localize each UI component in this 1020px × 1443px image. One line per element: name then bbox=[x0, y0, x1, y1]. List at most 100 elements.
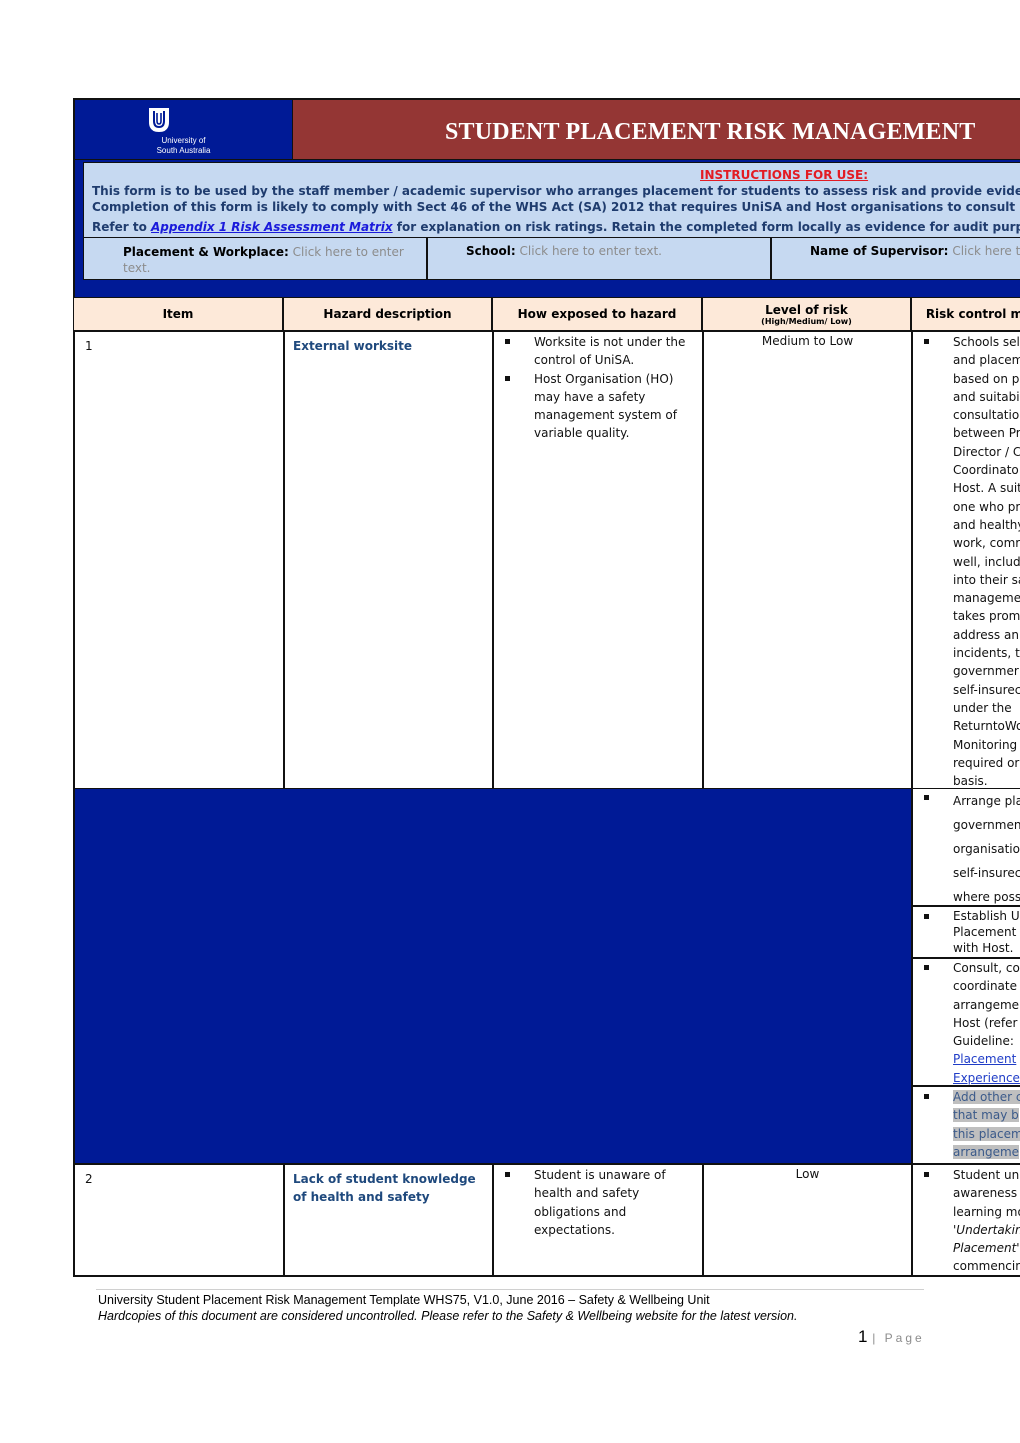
control-text-line: arrangeme bbox=[953, 997, 1020, 1012]
control-text-line: coordinate bbox=[953, 979, 1018, 994]
control-text-line: consultatio bbox=[953, 408, 1020, 423]
instructions-line-2: Completion of this form is likely to com… bbox=[92, 200, 1016, 214]
control-text-line: required or bbox=[953, 755, 1020, 770]
item-number: 2 bbox=[75, 1165, 285, 1275]
school-label: School: bbox=[466, 244, 516, 258]
supervisor-label: Name of Supervisor: bbox=[810, 244, 949, 258]
control-text-line: governmen bbox=[953, 818, 1020, 832]
control-text-line: and healthy bbox=[953, 517, 1020, 532]
control-item: Schools sel and placem based on p and suita… bbox=[913, 333, 1020, 788]
control-text-line: awareness bbox=[953, 1186, 1018, 1201]
control-text-line: and placem bbox=[953, 353, 1020, 368]
risk-level: Medium to Low bbox=[704, 332, 913, 788]
exposure-item: Worksite is not under the control of Uni… bbox=[494, 333, 694, 370]
control-text-line: learning mo bbox=[953, 1204, 1020, 1219]
control-text-line: Establish U bbox=[953, 909, 1020, 923]
control-text-line: Host (refer bbox=[953, 1015, 1018, 1030]
page-number-value: 1 bbox=[858, 1327, 868, 1346]
control-item: Arrange pla governmen organisatio self-insu… bbox=[913, 789, 1020, 905]
logo-line-1: University of bbox=[161, 136, 206, 145]
merged-cell-block bbox=[73, 789, 913, 1164]
control-text-line: one who pr bbox=[953, 499, 1020, 514]
exposure-item: Host Organisation (HO) may have a safety… bbox=[494, 370, 694, 443]
table-row: 2 Lack of student knowledge of health an… bbox=[73, 1163, 1020, 1277]
control-text-line: this placem bbox=[953, 1126, 1020, 1141]
header-exposure: How exposed to hazard bbox=[493, 298, 703, 330]
control-text-line: where poss bbox=[953, 890, 1020, 904]
header-control-label: Risk control measures bbox=[925, 307, 1020, 321]
header-item: Item bbox=[74, 298, 284, 330]
control-text-line: Placement' bbox=[953, 1241, 1020, 1256]
control-text-line: Arrange pla bbox=[953, 794, 1020, 808]
form-fields-row: Placement & Workplace: Click here to ent… bbox=[83, 237, 1020, 280]
instructions-line-3-suffix: for explanation on risk ratings. Retain … bbox=[392, 220, 1020, 234]
exposure-cell: Worksite is not under the control of Uni… bbox=[494, 332, 704, 788]
control-text-line: 'Undertakin bbox=[953, 1222, 1020, 1237]
logo-cell: University of South Australia bbox=[73, 98, 293, 161]
control-text-line: Director / C bbox=[953, 444, 1020, 459]
control-item: Consult, co coordinate arrangeme Host (refe… bbox=[913, 959, 1020, 1085]
control-text-line: well, includ bbox=[953, 554, 1020, 569]
control-text-line: arrangeme bbox=[953, 1144, 1020, 1159]
control-text-line: incidents, t bbox=[953, 646, 1020, 661]
instructions-heading: INSTRUCTIONS FOR USE: bbox=[700, 168, 869, 182]
control-text-line: manageme bbox=[953, 591, 1020, 606]
instructions-box: INSTRUCTIONS FOR USE: This form is to be… bbox=[83, 162, 1020, 238]
table-row: 1 External worksite Worksite is not unde… bbox=[73, 332, 1020, 790]
instructions-line-3-prefix: Refer to bbox=[92, 220, 151, 234]
title-cell: STUDENT PLACEMENT RISK MANAGEMENT bbox=[292, 98, 1020, 161]
page-title: STUDENT PLACEMENT RISK MANAGEMENT bbox=[445, 119, 976, 145]
safe-placement-guideline-link[interactable]: Placement Experience bbox=[953, 1052, 1020, 1084]
placement-workplace-field[interactable]: Placement & Workplace: Click here to ent… bbox=[84, 238, 428, 279]
unisa-logo-icon bbox=[149, 108, 169, 132]
control-text-line: self-insurec bbox=[953, 866, 1020, 880]
control-text-line: Add other c bbox=[953, 1090, 1020, 1104]
footer-document-info: University Student Placement Risk Manage… bbox=[98, 1293, 710, 1307]
hazard-description: Lack of student knowledge of health and … bbox=[285, 1165, 494, 1275]
control-text-line: Monitoring bbox=[953, 737, 1018, 752]
hazard-description: External worksite bbox=[285, 332, 494, 788]
logo-line-2: South Australia bbox=[156, 146, 211, 155]
header-hazard: Hazard description bbox=[284, 298, 493, 330]
control-text-line: between Pr bbox=[953, 426, 1020, 441]
risk-level: Low bbox=[704, 1165, 913, 1275]
control-text-line: and suitabi bbox=[953, 389, 1020, 404]
instructions-line-3: Refer to Appendix 1 Risk Assessment Matr… bbox=[92, 220, 1020, 234]
control-text-line: basis. bbox=[953, 774, 988, 788]
control-text-line: address an bbox=[953, 627, 1019, 642]
control-text-line: that may b bbox=[953, 1108, 1019, 1123]
exposure-item: Student is unaware of health and safety … bbox=[494, 1166, 692, 1239]
control-item[interactable]: Add other c that may b this placem arrangem… bbox=[913, 1088, 1020, 1161]
school-input[interactable]: Click here to enter text. bbox=[520, 244, 662, 258]
supervisor-field[interactable]: Name of Supervisor: Click here to enter … bbox=[772, 238, 1020, 279]
control-text-line: Coordinato bbox=[953, 463, 1019, 478]
control-text-line: Consult, co bbox=[953, 961, 1020, 975]
control-text-line: Host. A suit bbox=[953, 481, 1020, 496]
table-header-row: Item Hazard description How exposed to h… bbox=[73, 297, 1020, 332]
supervisor-input[interactable]: Click here to enter text. bbox=[952, 244, 1020, 258]
control-subcell: Establish U Placement with Host. bbox=[911, 907, 1020, 959]
control-text-line: Guideline: bbox=[953, 1034, 1014, 1049]
control-text-line: based on p bbox=[953, 371, 1020, 386]
instructions-line-1: This form is to be used by the staff mem… bbox=[92, 184, 1020, 198]
school-field[interactable]: School: Click here to enter text. bbox=[428, 238, 772, 279]
control-subcell: Consult, co coordinate arrangeme Host (refe… bbox=[911, 959, 1020, 1087]
control-subcell: Arrange pla governmen organisatio self-insu… bbox=[911, 789, 1020, 907]
footer-disclaimer: Hardcopies of this document are consider… bbox=[98, 1309, 798, 1323]
item-number: 1 bbox=[75, 332, 285, 788]
header-level-label: Level of risk bbox=[765, 302, 848, 317]
control-cell: Student un awareness learning mo 'Undertaki… bbox=[913, 1165, 1020, 1275]
control-subcell: Add other c that may b this placem arrangem… bbox=[911, 1087, 1020, 1164]
control-text-line: under the bbox=[953, 700, 1012, 715]
control-item: Student un awareness learning mo 'Undertaki… bbox=[913, 1166, 1020, 1275]
risk-matrix-link[interactable]: Appendix 1 Risk Assessment Matrix bbox=[151, 220, 393, 234]
header-level: Level of risk (High/Medium/ Low) bbox=[703, 298, 912, 330]
control-text-line: into their sa bbox=[953, 572, 1020, 587]
control-text-line: ReturntoWo bbox=[953, 719, 1020, 734]
header-level-sub: (High/Medium/ Low) bbox=[761, 316, 852, 326]
control-text-line: Student un bbox=[953, 1168, 1020, 1182]
control-text-line: Placement bbox=[953, 1052, 1017, 1067]
control-text-line: work, comr bbox=[953, 536, 1020, 551]
control-text-line: commencin bbox=[953, 1259, 1020, 1274]
header-control: Risk control measures bbox=[912, 298, 1020, 330]
